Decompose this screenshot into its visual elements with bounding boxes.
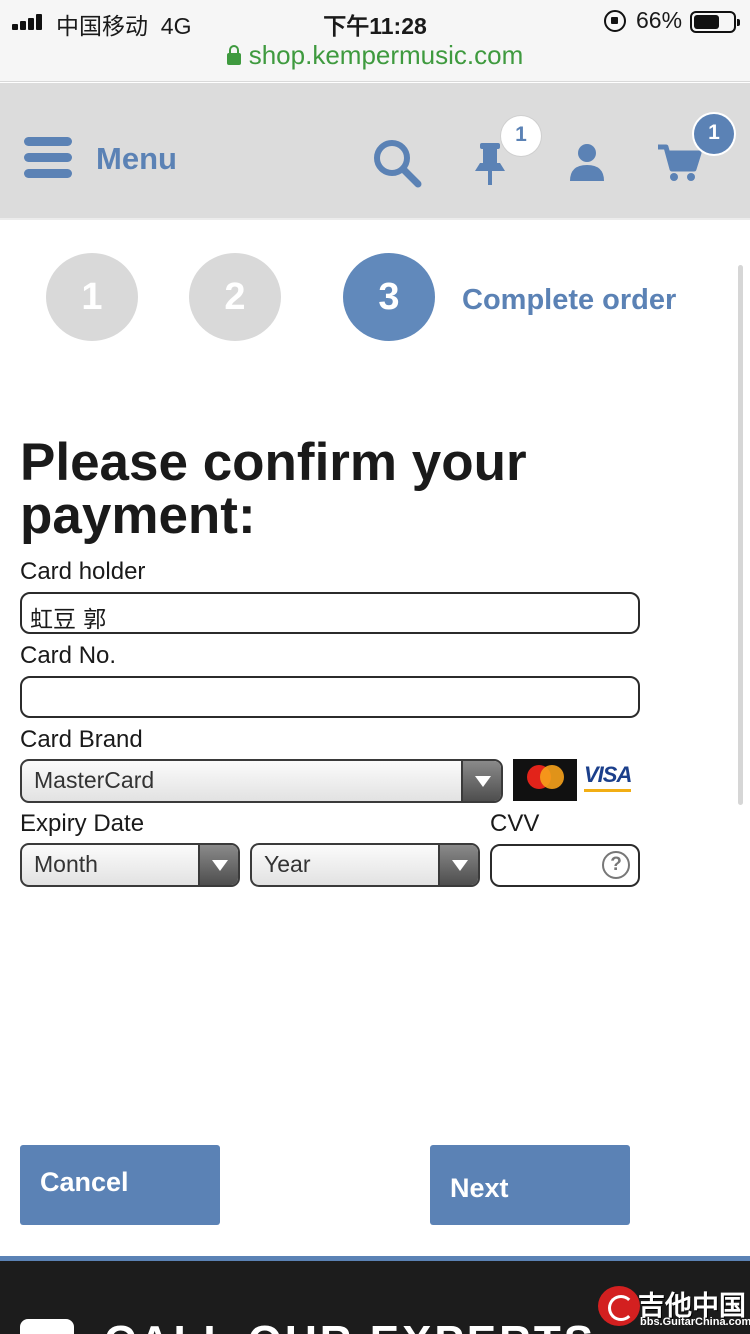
pin-icon[interactable]: [472, 141, 508, 187]
visa-logo: VISA: [584, 762, 632, 792]
user-icon[interactable]: [568, 143, 606, 183]
orientation-lock-icon: [604, 10, 626, 32]
site-header: Menu 1 1: [0, 83, 750, 220]
footer-call-text[interactable]: CALL OUR EXPERTS: [104, 1317, 596, 1334]
help-icon[interactable]: ?: [602, 851, 630, 879]
cancel-button[interactable]: Cancel: [20, 1145, 220, 1225]
year-select[interactable]: Year: [250, 843, 480, 887]
year-value: Year: [264, 851, 311, 877]
chevron-down-icon: [461, 761, 501, 801]
url-text: shop.kempermusic.com: [248, 40, 524, 70]
chevron-down-icon: [198, 845, 238, 885]
cart-badge: 1: [694, 114, 734, 154]
step-3: 3: [343, 253, 435, 341]
battery-icon: [690, 11, 740, 33]
status-bar: 中国移动 4G 下午11:28 66% shop.kempermusic.com: [0, 0, 750, 82]
watermark-logo: [598, 1286, 640, 1326]
card-holder-input[interactable]: 虹豆 郭: [20, 592, 640, 634]
wishlist-badge: 1: [501, 116, 541, 156]
chevron-down-icon: [438, 845, 478, 885]
menu-label[interactable]: Menu: [96, 141, 177, 177]
card-brand-select[interactable]: MasterCard: [20, 759, 503, 803]
card-brand-value: MasterCard: [34, 767, 155, 793]
cart-icon[interactable]: [656, 143, 702, 183]
card-no-input[interactable]: [20, 676, 640, 718]
month-value: Month: [34, 851, 98, 877]
next-button-label: Next: [450, 1173, 509, 1203]
scrollbar[interactable]: [738, 265, 743, 805]
cvv-label: CVV: [490, 810, 540, 837]
watermark-url: bbs.GuitarChina.com: [640, 1316, 750, 1328]
month-select[interactable]: Month: [20, 843, 240, 887]
battery-percent: 66%: [636, 7, 683, 33]
mastercard-logo: [513, 759, 577, 801]
hamburger-icon[interactable]: [24, 137, 72, 179]
expiry-label: Expiry Date: [20, 810, 145, 837]
step-2[interactable]: 2: [189, 253, 281, 341]
lock-icon: [226, 45, 241, 65]
next-button[interactable]: Next: [430, 1145, 630, 1225]
step-label: Complete order: [462, 284, 677, 316]
search-icon[interactable]: [372, 138, 424, 188]
card-holder-label: Card holder: [20, 558, 146, 585]
address-bar[interactable]: shop.kempermusic.com: [0, 40, 750, 71]
page: 中国移动 4G 下午11:28 66% shop.kempermusic.com…: [0, 0, 750, 1334]
card-brand-label: Card Brand: [20, 726, 143, 753]
page-title: Please confirm your payment:: [20, 433, 527, 545]
step-1[interactable]: 1: [46, 253, 138, 341]
phone-icon: [20, 1319, 74, 1334]
card-no-label: Card No.: [20, 642, 117, 669]
cancel-button-label: Cancel: [40, 1167, 129, 1197]
